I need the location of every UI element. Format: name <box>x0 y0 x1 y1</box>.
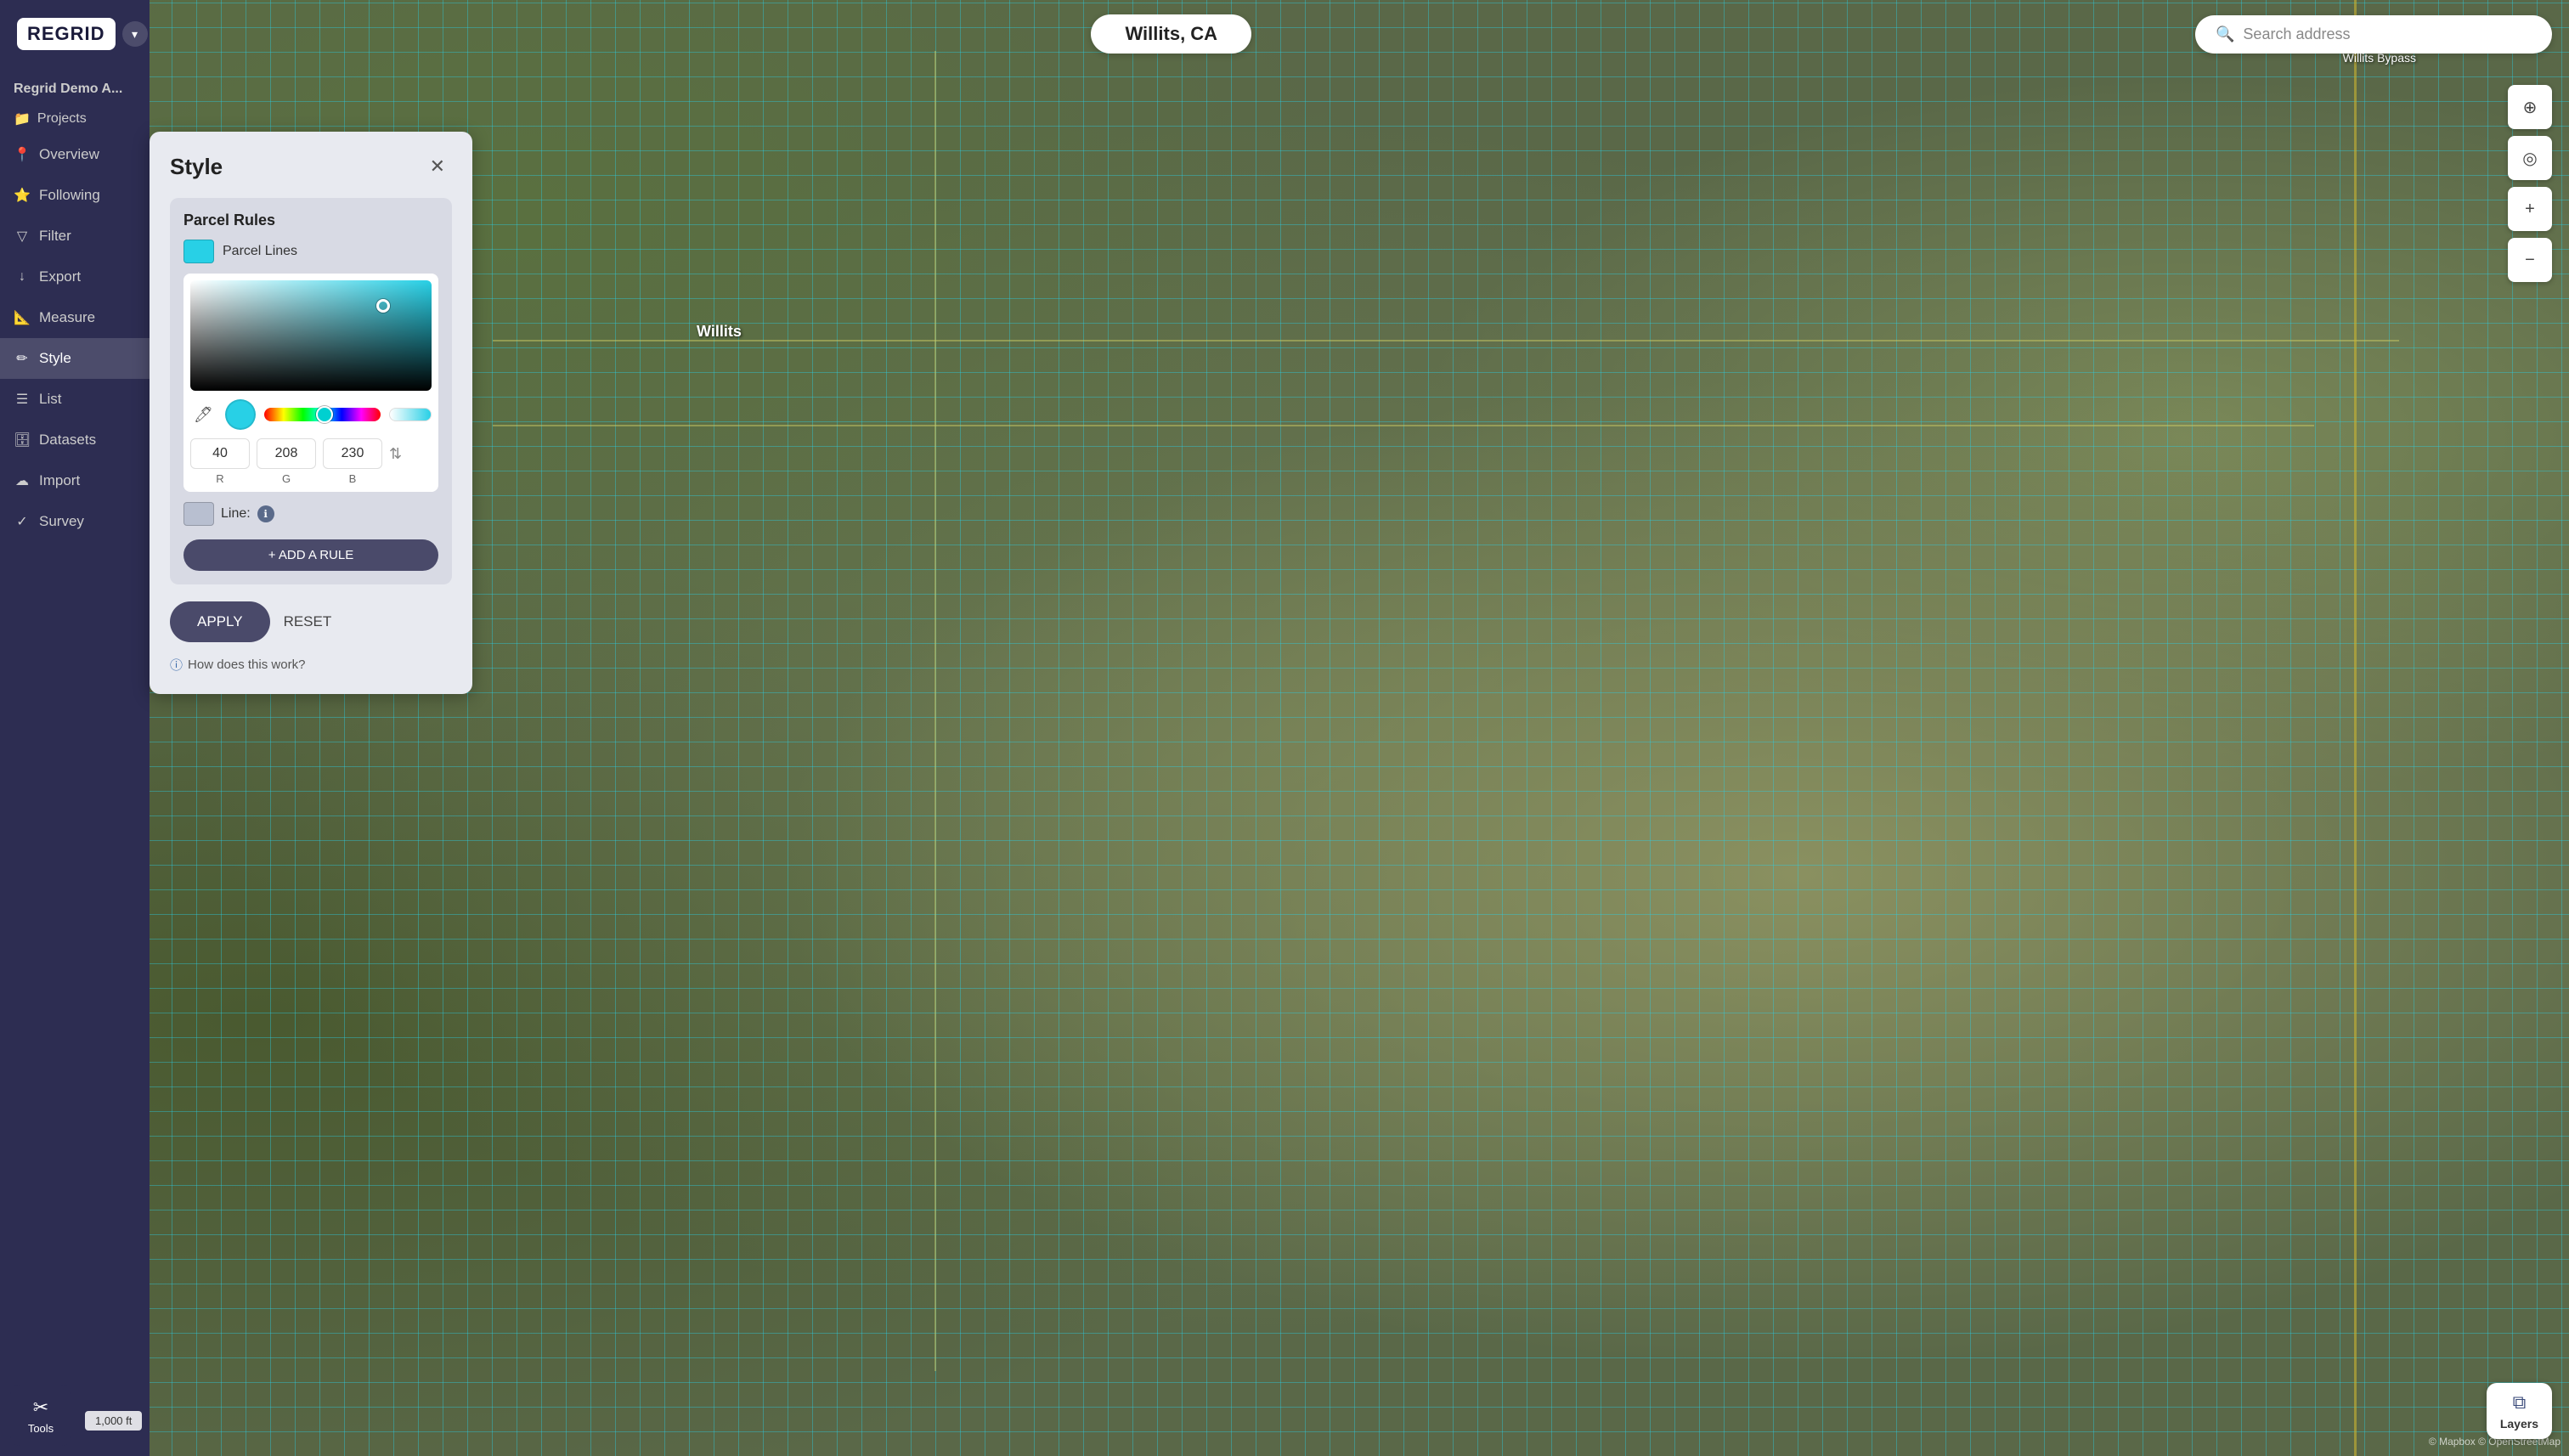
color-picker[interactable]: 🖊 R G B <box>184 274 438 492</box>
help-row[interactable]: ⓘ How does this work? <box>170 656 452 674</box>
sidebar-label-import: Import <box>39 472 80 489</box>
city-label[interactable]: Willits, CA <box>1091 14 1251 54</box>
sidebar-label-style: Style <box>39 350 71 367</box>
rgb-b-field: B <box>323 438 382 485</box>
layers-label: Layers <box>2500 1417 2538 1431</box>
measure-icon: 📐 <box>14 309 31 326</box>
rgb-arrows-field: ⇅ <box>389 438 402 485</box>
help-icon: ⓘ <box>170 656 183 674</box>
parcel-lines-color-swatch[interactable] <box>184 240 214 263</box>
filter-icon: ▽ <box>14 228 31 245</box>
apply-button[interactable]: APPLY <box>170 601 270 642</box>
parcel-rules-section: Parcel Rules Parcel Lines 🖊 <box>170 198 452 584</box>
reset-button[interactable]: RESET <box>284 613 332 630</box>
sidebar-label-following: Following <box>39 187 100 204</box>
line-color-swatch[interactable] <box>184 502 214 526</box>
sidebar-item-style[interactable]: ✏ Style <box>0 338 150 379</box>
rgb-g-field: G <box>257 438 316 485</box>
sidebar-title: Regrid Demo A... <box>0 68 150 104</box>
survey-icon: ✓ <box>14 513 31 530</box>
projects-label: Projects <box>37 111 87 127</box>
export-icon: ↓ <box>14 269 31 285</box>
rgb-inputs: R G B ⇅ <box>190 438 432 485</box>
logo-box[interactable]: REGRID <box>17 18 116 50</box>
tools-label: Tools <box>28 1422 54 1435</box>
scale-label: 1,000 ft <box>95 1414 132 1427</box>
rgb-b-input[interactable] <box>323 438 382 469</box>
nav-controls: ⊕ ◎ + − <box>2508 85 2552 282</box>
sidebar-item-filter[interactable]: ▽ Filter <box>0 216 150 257</box>
current-color-preview <box>225 399 256 430</box>
tools-button[interactable]: ✂ Tools <box>10 1385 71 1446</box>
rgb-r-input[interactable] <box>190 438 250 469</box>
folder-icon: 📁 <box>14 110 31 127</box>
close-button[interactable]: ✕ <box>423 152 452 181</box>
help-text: How does this work? <box>188 657 305 672</box>
sidebar-label-export: Export <box>39 268 81 285</box>
scale-bar: 1,000 ft <box>85 1411 142 1431</box>
opacity-bar[interactable] <box>389 408 432 421</box>
color-gradient-canvas[interactable] <box>190 280 432 391</box>
layers-button[interactable]: ⧉ Layers <box>2487 1383 2552 1439</box>
chevron-down-icon: ▾ <box>132 27 138 42</box>
sidebar-item-measure[interactable]: 📐 Measure <box>0 297 150 338</box>
header: REGRID ▾ Willits, CA 🔍 Search address <box>0 0 2569 68</box>
sidebar-item-overview[interactable]: 📍 Overview <box>0 134 150 175</box>
parcel-lines-label: Parcel Lines <box>223 244 297 259</box>
style-icon: ✏ <box>14 350 31 367</box>
sidebar-label-measure: Measure <box>39 309 95 326</box>
search-placeholder: Search address <box>2243 25 2350 43</box>
rgb-arrows-icon: ⇅ <box>389 445 402 463</box>
location-icon: 📍 <box>14 146 31 163</box>
parcel-rules-title: Parcel Rules <box>184 212 438 229</box>
list-icon: ☰ <box>14 391 31 408</box>
datasets-icon: 🗄 <box>14 432 31 449</box>
hue-bar[interactable] <box>264 408 381 421</box>
sidebar-item-export[interactable]: ↓ Export <box>0 257 150 297</box>
picker-bottom-row: 🖊 <box>190 399 432 430</box>
star-icon: ⭐ <box>14 187 31 204</box>
line-label: Line: <box>221 506 251 522</box>
zoom-in-button[interactable]: + <box>2508 187 2552 231</box>
panel-title: Style <box>170 154 223 180</box>
sidebar-label-survey: Survey <box>39 513 84 530</box>
sidebar-label-list: List <box>39 391 61 408</box>
sidebar-label-overview: Overview <box>39 146 99 163</box>
logo-dropdown-button[interactable]: ▾ <box>122 21 148 47</box>
sidebar-item-list[interactable]: ☰ List <box>0 379 150 420</box>
sidebar-item-survey[interactable]: ✓ Survey <box>0 501 150 542</box>
layers-icon: ⧉ <box>2513 1391 2527 1414</box>
rgb-g-label: G <box>282 472 291 485</box>
sidebar: Regrid Demo A... 📁 Projects 📍 Overview ⭐… <box>0 0 150 1456</box>
import-icon: ☁ <box>14 472 31 489</box>
style-panel: Style ✕ Parcel Rules Parcel Lines 🖊 <box>150 132 472 694</box>
sidebar-item-import[interactable]: ☁ Import <box>0 460 150 501</box>
info-icon[interactable]: ℹ <box>257 505 274 522</box>
tools-icon: ✂ <box>33 1397 48 1419</box>
rgb-g-input[interactable] <box>257 438 316 469</box>
sidebar-label-datasets: Datasets <box>39 432 96 449</box>
hue-cursor[interactable] <box>316 406 333 423</box>
compass-button[interactable]: ⊕ <box>2508 85 2552 129</box>
logo-text: REGRID <box>27 23 105 45</box>
sidebar-item-following[interactable]: ⭐ Following <box>0 175 150 216</box>
action-row: APPLY RESET <box>170 601 452 642</box>
parcel-lines-row: Parcel Lines <box>184 240 438 263</box>
zoom-out-button[interactable]: − <box>2508 238 2552 282</box>
rgb-b-label: B <box>349 472 357 485</box>
sidebar-item-datasets[interactable]: 🗄 Datasets <box>0 420 150 460</box>
location-button[interactable]: ◎ <box>2508 136 2552 180</box>
logo-area: REGRID ▾ <box>17 18 148 50</box>
sidebar-projects[interactable]: 📁 Projects <box>0 104 150 134</box>
line-row: Line: ℹ <box>184 502 438 526</box>
rgb-r-field: R <box>190 438 250 485</box>
add-rule-button[interactable]: + ADD A RULE <box>184 539 438 571</box>
eyedropper-button[interactable]: 🖊 <box>190 403 217 427</box>
rgb-r-label: R <box>216 472 223 485</box>
color-picker-cursor[interactable] <box>376 299 390 313</box>
search-bar[interactable]: 🔍 Search address <box>2195 15 2552 54</box>
search-icon: 🔍 <box>2216 25 2234 43</box>
sidebar-label-filter: Filter <box>39 228 71 245</box>
panel-header: Style ✕ <box>170 152 452 181</box>
